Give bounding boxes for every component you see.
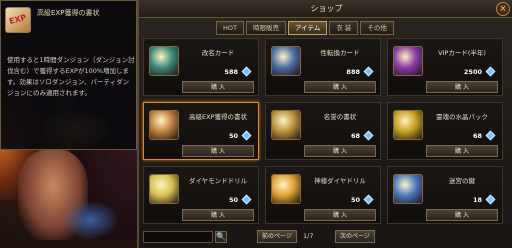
item-name: 性転換カード bbox=[320, 49, 360, 57]
tab-limited-time[interactable]: 時限販売 bbox=[245, 21, 286, 35]
item-name: ダイヤモンドドリル bbox=[188, 177, 248, 185]
item-name: 神様ダイヤドリル bbox=[314, 177, 366, 185]
next-page-button[interactable]: 次のページ bbox=[335, 230, 375, 243]
shop-footer: 🔍 前のページ 1/7 次のページ bbox=[139, 226, 512, 248]
diamond-currency-icon bbox=[363, 66, 374, 77]
shop-window: ショップ × HOT 時限販売 アイテム 衣 装 その他 改名カード 588 購 入… bbox=[137, 0, 512, 248]
shop-title: ショップ bbox=[310, 4, 343, 13]
buy-button[interactable]: 購 入 bbox=[426, 145, 498, 157]
diamond-currency-icon bbox=[363, 130, 374, 141]
god-drill-icon bbox=[271, 174, 301, 204]
buy-button[interactable]: 購 入 bbox=[426, 81, 498, 93]
buy-button[interactable]: 購 入 bbox=[182, 145, 254, 157]
search-input[interactable] bbox=[143, 231, 213, 243]
vip-card-icon bbox=[393, 46, 423, 76]
buy-button[interactable]: 購 入 bbox=[304, 81, 376, 93]
buy-button[interactable]: 購 入 bbox=[182, 209, 254, 221]
item-price: 68 bbox=[472, 132, 482, 140]
item-price: 50 bbox=[228, 196, 238, 204]
search-icon[interactable]: 🔍 bbox=[215, 231, 227, 243]
item-price: 2500 bbox=[463, 68, 482, 76]
page-indicator: 1/7 bbox=[303, 232, 314, 240]
item-price: 68 bbox=[350, 132, 360, 140]
item-price: 50 bbox=[350, 196, 360, 204]
shop-item-card[interactable]: 名誉の書状 68 購 入 bbox=[265, 102, 381, 160]
shop-item-card[interactable]: ダイヤモンドドリル 50 購 入 bbox=[143, 166, 259, 224]
diamond-currency-icon bbox=[363, 194, 374, 205]
item-price: 18 bbox=[472, 196, 482, 204]
scene-blue-cloth bbox=[60, 200, 120, 240]
diamond-currency-icon bbox=[241, 194, 252, 205]
tab-items[interactable]: アイテム bbox=[287, 21, 328, 35]
shop-item-card[interactable]: 迷宮の鍵 18 購 入 bbox=[387, 166, 503, 224]
crystal-pack-icon bbox=[393, 110, 423, 140]
labyrinth-key-icon bbox=[393, 174, 423, 204]
close-button[interactable]: × bbox=[496, 2, 510, 16]
game-screen: EXP 高級EXP獲得の書状 使用すると1時間ダンジョン（ダンジョン討伐含む）で… bbox=[0, 0, 512, 248]
shop-item-card[interactable]: 高級EXP獲得の書状 50 購 入 bbox=[143, 102, 259, 160]
shop-item-card[interactable]: 性転換カード 888 購 入 bbox=[265, 38, 381, 96]
shop-item-card[interactable]: VIPカード(半年) 2500 購 入 bbox=[387, 38, 503, 96]
exp-scroll-icon bbox=[149, 110, 179, 140]
item-name: 改名カード bbox=[201, 49, 235, 57]
item-name: 名誉の書状 bbox=[323, 113, 357, 121]
exp-scroll-icon: EXP bbox=[5, 7, 31, 33]
item-price: 888 bbox=[346, 68, 360, 76]
item-name: 迷宮の鍵 bbox=[449, 177, 475, 185]
buy-button[interactable]: 購 入 bbox=[426, 209, 498, 221]
item-name: 霊魂の水晶パック bbox=[436, 113, 488, 121]
buy-button[interactable]: 購 入 bbox=[304, 145, 376, 157]
shop-item-card[interactable]: 霊魂の水晶パック 68 購 入 bbox=[387, 102, 503, 160]
rename-card-icon bbox=[149, 46, 179, 76]
prev-page-button[interactable]: 前のページ bbox=[257, 230, 297, 243]
diamond-currency-icon bbox=[485, 66, 496, 77]
item-name: 高級EXP獲得の書状 bbox=[189, 113, 247, 121]
diamond-drill-icon bbox=[149, 174, 179, 204]
honor-scroll-icon bbox=[271, 110, 301, 140]
item-price: 588 bbox=[224, 68, 238, 76]
tooltip-description: 使用すると1時間ダンジョン（ダンジョン討伐含む）で獲得するEXPが100%増加し… bbox=[7, 56, 135, 97]
diamond-currency-icon bbox=[485, 130, 496, 141]
diamond-currency-icon bbox=[241, 130, 252, 141]
buy-button[interactable]: 購 入 bbox=[182, 81, 254, 93]
shop-item-card[interactable]: 改名カード 588 購 入 bbox=[143, 38, 259, 96]
tooltip-title: 高級EXP獲得の書状 bbox=[37, 9, 100, 17]
item-name: VIPカード(半年) bbox=[438, 49, 486, 57]
tab-hot[interactable]: HOT bbox=[216, 21, 244, 35]
diamond-currency-icon bbox=[241, 66, 252, 77]
shop-tabs: HOT 時限販売 アイテム 衣 装 その他 bbox=[216, 21, 396, 37]
shop-titlebar: ショップ × bbox=[139, 0, 512, 18]
tab-other[interactable]: その他 bbox=[360, 21, 394, 35]
item-tooltip: EXP 高級EXP獲得の書状 使用すると1時間ダンジョン（ダンジョン討伐含む）で… bbox=[0, 0, 137, 150]
diamond-currency-icon bbox=[485, 194, 496, 205]
item-price: 50 bbox=[228, 132, 238, 140]
shop-item-card[interactable]: 神様ダイヤドリル 50 購 入 bbox=[265, 166, 381, 224]
buy-button[interactable]: 購 入 bbox=[304, 209, 376, 221]
gender-card-icon bbox=[271, 46, 301, 76]
tab-costume[interactable]: 衣 装 bbox=[329, 21, 359, 35]
